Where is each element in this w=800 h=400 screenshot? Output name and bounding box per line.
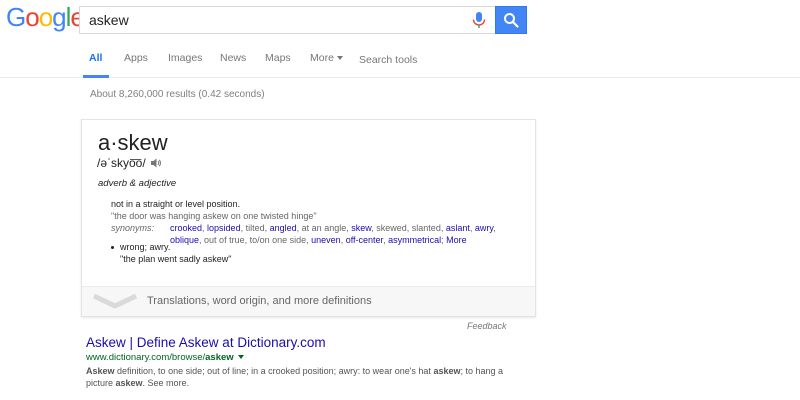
logo-letter: G <box>6 2 26 32</box>
synonym[interactable]: angled <box>270 223 297 233</box>
tab-more-label: More <box>310 52 334 64</box>
logo-letter: o <box>25 2 40 32</box>
part-of-speech: adverb & adjective <box>98 178 177 189</box>
result-url[interactable]: www.dictionary.com/browse/askew <box>86 352 244 363</box>
google-logo[interactable]: Google <box>6 2 85 32</box>
dropdown-caret-icon <box>336 56 343 61</box>
more-definitions-label: Translations, word origin, and more defi… <box>147 295 372 307</box>
feedback-link[interactable]: Feedback <box>467 321 507 331</box>
synonym-separator: , <box>493 223 496 233</box>
pronunciation-text: /əˈskyo͞o/ <box>97 156 146 170</box>
dictionary-word: a·skew <box>98 130 168 155</box>
search-tools-button[interactable]: Search tools <box>359 54 417 66</box>
search-input[interactable]: askew <box>80 12 469 28</box>
synonym: slanted <box>411 223 441 233</box>
tab-maps[interactable]: Maps <box>265 52 291 64</box>
result-url-bold: askew <box>205 352 234 363</box>
magnifier-icon <box>504 13 519 28</box>
synonym[interactable]: awry <box>475 223 493 233</box>
definition-2-example: "the plan went sadly askew" <box>120 254 232 264</box>
result-url-prefix: www.dictionary.com/browse/ <box>86 352 206 363</box>
synonym[interactable]: crooked <box>170 223 202 233</box>
definition-1-text: not in a straight or level position. <box>111 199 241 209</box>
tab-news[interactable]: News <box>220 52 246 64</box>
speaker-icon[interactable] <box>150 157 162 169</box>
more-definitions-toggle[interactable]: Translations, word origin, and more defi… <box>82 286 535 316</box>
synonym: at an angle <box>301 223 347 233</box>
microphone-icon[interactable] <box>469 10 489 30</box>
synonym[interactable]: lopsided <box>207 223 241 233</box>
definition-2-line: wrong; awry. <box>111 241 511 253</box>
search-button[interactable] <box>495 6 527 34</box>
definition-2-text: wrong; awry. <box>120 242 171 252</box>
search-box[interactable]: askew <box>79 6 495 34</box>
snippet-highlight: askew <box>115 378 143 388</box>
snippet-highlight: askew <box>433 366 461 376</box>
synonym[interactable]: aslant <box>446 223 470 233</box>
chevron-down-icon <box>92 293 138 309</box>
snippet-text: definition, to one side; out of line; in… <box>114 366 434 376</box>
result-snippet: Askew definition, to one side; out of li… <box>86 365 506 389</box>
tab-more[interactable]: More <box>310 52 343 64</box>
synonym[interactable]: skew <box>351 223 371 233</box>
tab-all[interactable]: All <box>89 52 102 64</box>
snippet-highlight: Askew <box>86 366 115 376</box>
tab-apps[interactable]: Apps <box>124 52 148 64</box>
active-tab-indicator <box>83 75 109 78</box>
logo-letter: g <box>52 2 67 32</box>
synonym: tilted <box>245 223 265 233</box>
url-dropdown-caret-icon[interactable] <box>237 355 244 360</box>
definition-2: wrong; awry. "the plan went sadly askew" <box>111 241 511 265</box>
bullet <box>111 246 114 250</box>
logo-letter: o <box>38 2 54 32</box>
definition-1-example: "the door was hanging askew on one twist… <box>111 211 317 221</box>
result-title-link[interactable]: Askew | Define Askew at Dictionary.com <box>86 335 326 350</box>
synonym: skewed <box>376 223 407 233</box>
definition-1: not in a straight or level position. "th… <box>111 198 511 246</box>
snippet-text: . See more. <box>142 378 190 388</box>
search-tabs: All Apps Images News Maps More Search to… <box>0 40 800 78</box>
result-stats: About 8,260,000 results (0.42 seconds) <box>90 89 265 100</box>
tab-images[interactable]: Images <box>168 52 202 64</box>
dictionary-card: a·skew /əˈskyo͞o/ adverb & adjective not… <box>81 119 536 317</box>
pronunciation: /əˈskyo͞o/ <box>97 156 162 170</box>
